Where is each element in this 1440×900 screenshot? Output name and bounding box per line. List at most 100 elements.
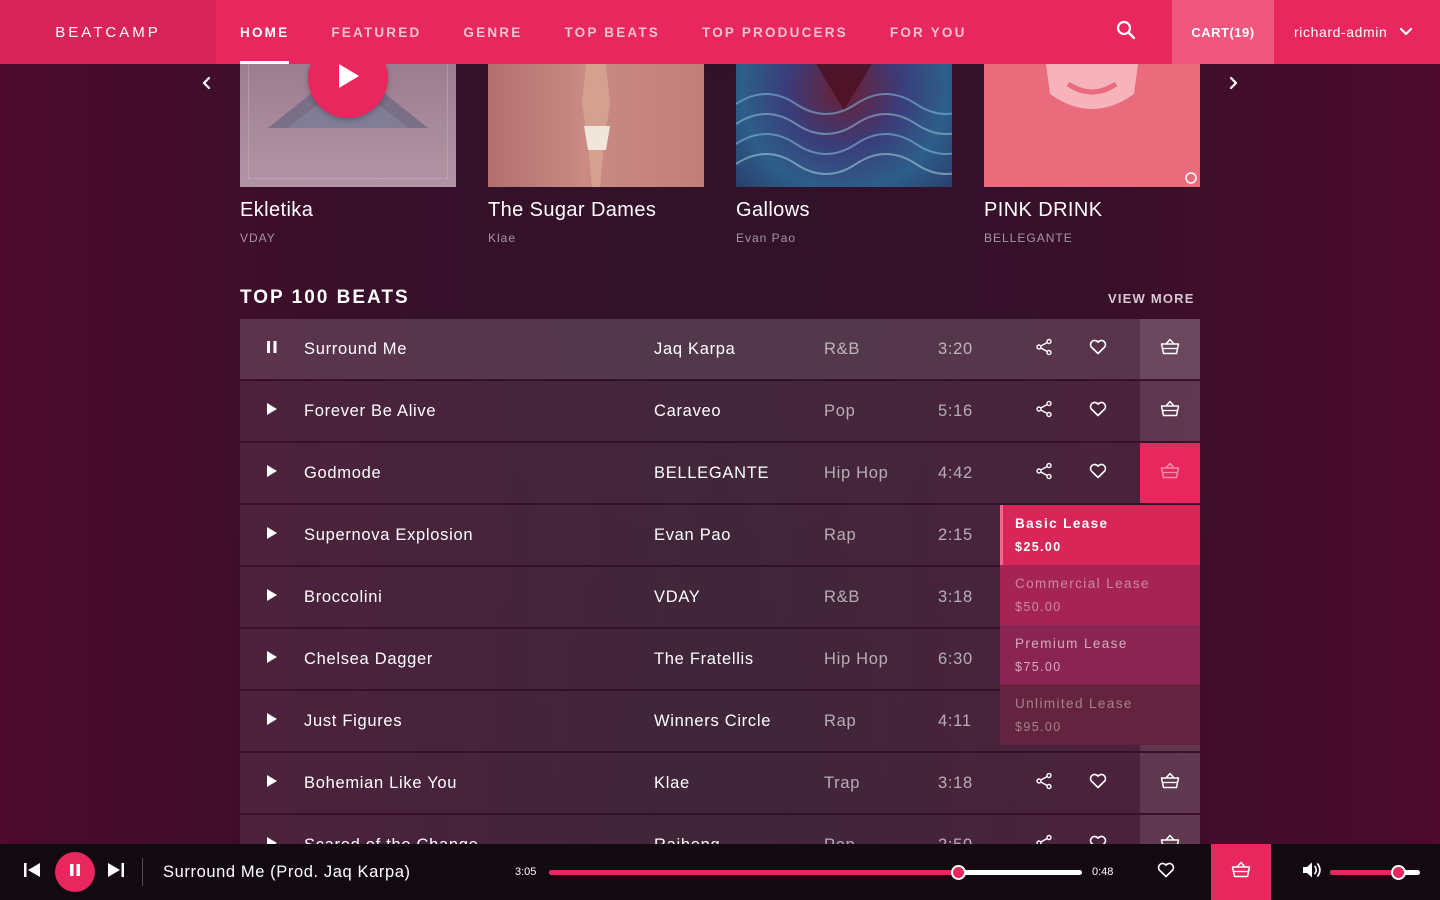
play-button[interactable] [264, 712, 280, 729]
card-title[interactable]: The Sugar Dames [488, 199, 656, 222]
track-title[interactable]: Just Figures [304, 712, 402, 731]
share-button[interactable] [1034, 834, 1054, 844]
add-to-cart-button[interactable] [1211, 844, 1271, 900]
lease-option-unlimited[interactable]: Unlimited Lease $95.00 [1000, 685, 1200, 745]
add-to-cart-button[interactable] [1140, 753, 1200, 813]
track-title[interactable]: Forever Be Alive [304, 402, 436, 421]
track-artist[interactable]: Raiheng [654, 836, 720, 845]
share-button[interactable] [1034, 400, 1054, 423]
track-row[interactable]: Scared of the Change Raiheng Pop 2:50 [240, 815, 1200, 844]
track-genre: Trap [824, 773, 861, 792]
album-cover[interactable] [488, 64, 704, 187]
play-icon [336, 64, 360, 94]
add-to-cart-button[interactable] [1140, 319, 1200, 379]
search-button[interactable] [1099, 0, 1153, 64]
nav-top-producers[interactable]: TOP PRODUCERS [702, 0, 848, 64]
nav-home[interactable]: HOME [240, 0, 290, 64]
track-title[interactable]: Chelsea Dagger [304, 650, 433, 669]
track-artist[interactable]: The Fratellis [654, 650, 754, 669]
add-to-cart-button[interactable] [1140, 381, 1200, 441]
share-icon [1035, 400, 1053, 423]
carousel-next-button[interactable] [1221, 70, 1245, 100]
track-row[interactable]: Godmode BELLEGANTE Hip Hop 4:42 [240, 443, 1200, 503]
like-button[interactable] [1156, 862, 1176, 882]
track-artist[interactable]: Klae [654, 774, 690, 793]
track-row[interactable]: Forever Be Alive Caraveo Pop 5:16 [240, 381, 1200, 441]
lease-option-premium[interactable]: Premium Lease $75.00 [1000, 625, 1200, 685]
now-playing-title[interactable]: Surround Me (Prod. Jaq Karpa) [163, 863, 411, 882]
play-button[interactable] [264, 526, 280, 543]
carousel-card[interactable]: The Sugar Dames Klae [488, 64, 704, 245]
progress-slider[interactable] [549, 865, 1082, 880]
track-artist[interactable]: Caraveo [654, 402, 721, 421]
like-button[interactable] [1088, 401, 1108, 421]
cart-button[interactable]: CART(19) [1172, 0, 1274, 64]
carousel-prev-button[interactable] [195, 70, 219, 100]
like-button[interactable] [1088, 339, 1108, 359]
play-icon [266, 588, 278, 607]
progress-fill [549, 870, 958, 875]
volume-button[interactable] [1302, 862, 1324, 882]
play-button[interactable] [264, 774, 280, 791]
share-button[interactable] [1034, 462, 1054, 483]
pause-button[interactable] [264, 340, 280, 357]
share-button[interactable] [1034, 772, 1054, 793]
track-row[interactable]: Surround Me Jaq Karpa R&B 3:20 [240, 319, 1200, 379]
like-button[interactable] [1088, 463, 1108, 483]
add-to-cart-button[interactable] [1140, 815, 1200, 844]
carousel-card[interactable]: Gallows Evan Pao [736, 64, 952, 245]
add-to-cart-button[interactable] [1140, 443, 1200, 503]
track-title[interactable]: Supernova Explosion [304, 526, 473, 545]
nav-genre[interactable]: GENRE [463, 0, 522, 64]
card-title[interactable]: Ekletika [240, 199, 313, 222]
play-button[interactable] [264, 650, 280, 667]
card-artist[interactable]: VDAY [240, 231, 276, 245]
play-button[interactable] [264, 836, 280, 844]
track-artist[interactable]: Jaq Karpa [654, 340, 736, 359]
track-artist[interactable]: BELLEGANTE [654, 464, 769, 483]
album-cover[interactable] [984, 64, 1200, 187]
track-artist[interactable]: Evan Pao [654, 526, 731, 545]
track-duration: 3:18 [938, 587, 973, 606]
like-button[interactable] [1088, 773, 1108, 793]
track-duration: 2:50 [938, 836, 973, 845]
share-button[interactable] [1034, 338, 1054, 359]
player-bar: Surround Me (Prod. Jaq Karpa) 3:05 0:48 [0, 844, 1440, 900]
card-title[interactable]: Gallows [736, 199, 810, 222]
album-cover[interactable] [736, 64, 952, 187]
next-button[interactable] [106, 862, 126, 882]
track-title[interactable]: Bohemian Like You [304, 774, 457, 793]
card-artist[interactable]: BELLEGANTE [984, 231, 1073, 245]
like-button[interactable] [1088, 835, 1108, 844]
track-artist[interactable]: Winners Circle [654, 712, 771, 731]
previous-button[interactable] [22, 862, 42, 882]
view-more-link[interactable]: VIEW MORE [1108, 291, 1195, 306]
volume-knob[interactable] [1390, 865, 1406, 880]
nav-featured[interactable]: FEATURED [331, 0, 421, 64]
play-button[interactable] [264, 402, 280, 419]
track-title[interactable]: Surround Me [304, 340, 407, 359]
card-artist[interactable]: Klae [488, 231, 516, 245]
carousel-card[interactable]: PINK DRINK BELLEGANTE [984, 64, 1200, 245]
track-title[interactable]: Godmode [304, 464, 381, 483]
play-button[interactable] [264, 464, 280, 481]
nav-top-beats[interactable]: TOP BEATS [564, 0, 660, 64]
carousel-card[interactable]: Ekletika VDAY [240, 64, 456, 245]
track-title[interactable]: Broccolini [304, 588, 383, 607]
card-artist[interactable]: Evan Pao [736, 231, 796, 245]
track-artist[interactable]: VDAY [654, 588, 701, 607]
track-title[interactable]: Scared of the Change [304, 836, 479, 845]
card-title[interactable]: PINK DRINK [984, 199, 1102, 222]
album-cover[interactable] [240, 64, 456, 187]
track-duration: 3:18 [938, 773, 973, 792]
progress-knob[interactable] [950, 865, 966, 880]
lease-option-basic[interactable]: Basic Lease $25.00 [1000, 505, 1200, 565]
volume-slider[interactable] [1330, 865, 1420, 880]
play-button[interactable] [264, 588, 280, 607]
user-menu[interactable]: richard-admin [1274, 0, 1440, 64]
pause-button[interactable] [55, 852, 95, 892]
track-row[interactable]: Bohemian Like You Klae Trap 3:18 [240, 753, 1200, 813]
brand-logo[interactable]: BEATCAMP [0, 0, 216, 64]
nav-for-you[interactable]: FOR YOU [890, 0, 967, 64]
lease-option-commercial[interactable]: Commercial Lease $50.00 [1000, 565, 1200, 625]
